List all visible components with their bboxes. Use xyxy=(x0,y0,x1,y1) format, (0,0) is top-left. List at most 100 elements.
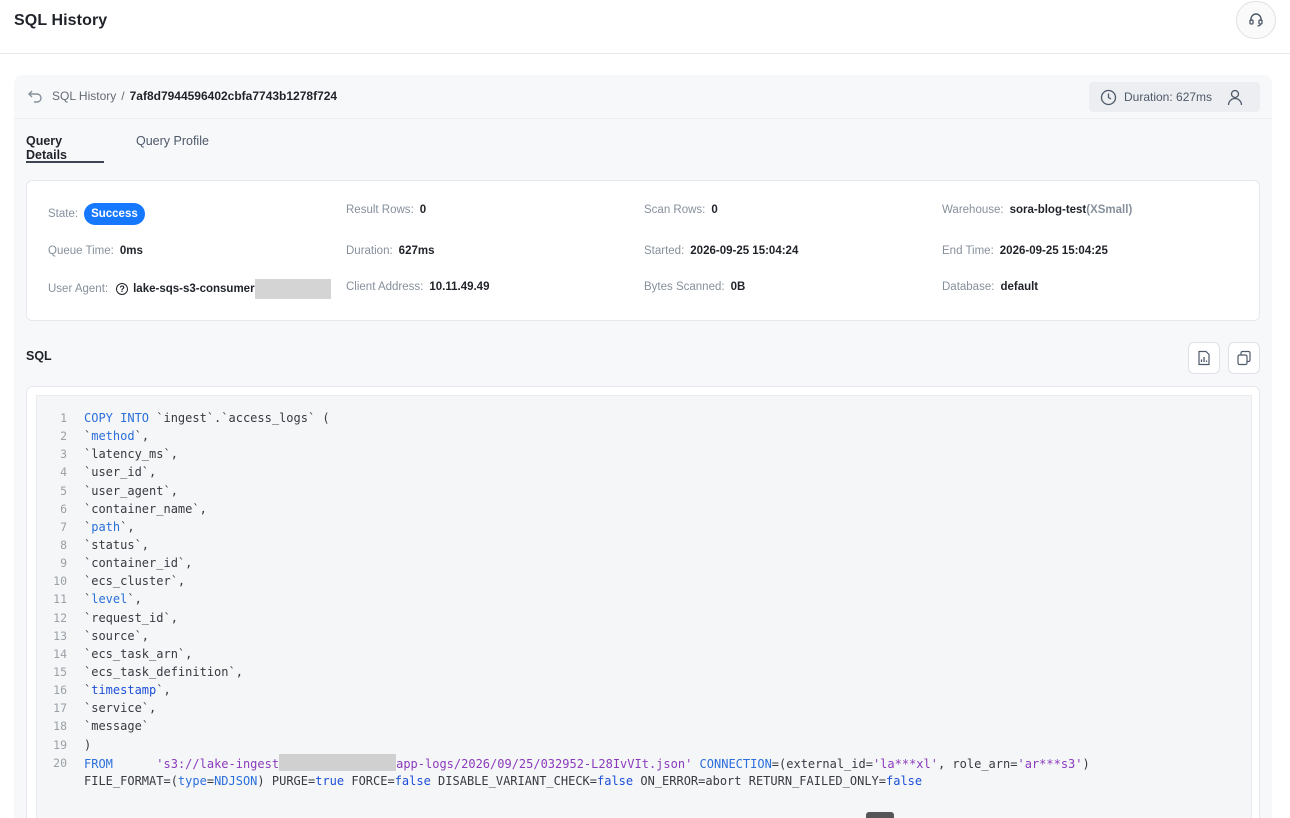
started-value: 2026-09-25 15:04:24 xyxy=(690,245,799,257)
code-token: `ingest`.`access_logs` ( xyxy=(149,411,330,425)
client-address-value: 10.11.49.49 xyxy=(429,281,490,293)
user-icon[interactable] xyxy=(1226,88,1244,106)
code-token: `ecs_cluster`, xyxy=(84,574,186,589)
code-token: `, xyxy=(120,519,135,534)
code-token: false xyxy=(394,773,431,788)
scan-rows-value: 0 xyxy=(711,204,718,216)
sql-code-editor[interactable]: 1 COPY INTO `ingest`.`access_logs` (2 `met… xyxy=(36,395,1252,818)
code-line: 13 `source`, xyxy=(37,627,1253,645)
queue-time-label: Queue Time xyxy=(48,245,111,257)
code-token: `user_id`, xyxy=(84,465,157,480)
line-number: 16 xyxy=(53,683,67,698)
code-token: `container_name`, xyxy=(84,501,207,516)
warehouse-value: sora-blog-test xyxy=(1009,204,1087,216)
line-number: 17 xyxy=(53,701,67,716)
duration-pill: Duration: 627ms xyxy=(1089,82,1260,112)
user-agent-label: User Agent xyxy=(48,283,105,295)
code-text: `status`, xyxy=(84,536,149,554)
code-line: 2 `method`, xyxy=(37,427,1253,445)
code-token: = xyxy=(206,773,215,788)
chart-file-icon xyxy=(1198,350,1210,366)
line-number: 13 xyxy=(53,628,67,643)
code-line: 20 FROM 's3://lake-ingest app-logs/2026/09… xyxy=(37,753,1253,773)
code-text: `service`, xyxy=(84,699,156,717)
line-number: 7 xyxy=(60,519,67,534)
code-token: `service`, xyxy=(84,701,157,716)
database-field: Database: default xyxy=(942,281,1038,293)
code-token: method xyxy=(91,429,135,444)
back-button[interactable] xyxy=(26,87,44,105)
warehouse-label: Warehouse xyxy=(942,204,1001,216)
code-line: 12 `request_id`, xyxy=(37,609,1253,627)
line-number: 20 xyxy=(53,755,67,770)
state-field: State: Success xyxy=(48,203,145,225)
code-token: , role_arn= xyxy=(937,756,1018,771)
client-address-field: Client Address: 10.11.49.49 xyxy=(346,281,489,293)
code-text: COPY INTO `ingest`.`access_logs` ( xyxy=(84,409,330,427)
query-detail-panel: SQL History / 7af8d7944596402cbfa7743b12… xyxy=(14,75,1272,818)
line-number: 6 xyxy=(60,501,67,516)
bytes-scanned-label: Bytes Scanned xyxy=(644,281,722,293)
bytes-scanned-field: Bytes Scanned: 0B xyxy=(644,281,745,293)
line-number: 1 xyxy=(60,411,67,425)
warehouse-field: Warehouse: sora-blog-test (XSmall) xyxy=(942,204,1132,216)
code-token: FILE_FORMAT=( xyxy=(84,773,178,788)
code-token: `, xyxy=(134,429,150,444)
code-text: `ecs_task_arn`, xyxy=(84,645,192,663)
end-time-field: End Time: 2026-09-25 15:04:25 xyxy=(942,245,1108,257)
code-text: FROM 's3://lake-ingest app-logs/2026/09/2… xyxy=(84,753,1090,773)
duration-field: Duration: 627ms xyxy=(346,245,434,257)
tab-query-profile[interactable]: Query Profile xyxy=(136,127,209,163)
status-badge: Success xyxy=(84,203,145,225)
detail-tabs: Query Details Query Profile xyxy=(26,127,241,163)
help-icon[interactable]: ? xyxy=(116,283,129,295)
breadcrumb-query-id: 7af8d7944596402cbfa7743b1278f724 xyxy=(129,89,338,103)
code-token: path xyxy=(91,519,121,534)
code-token: true xyxy=(315,773,345,788)
tab-query-details[interactable]: Query Details xyxy=(26,127,104,163)
code-token: `, xyxy=(156,683,171,698)
page-title: SQL History xyxy=(14,12,108,29)
code-token: level xyxy=(91,592,128,607)
back-arrow-icon xyxy=(28,90,42,103)
code-text: `container_name`, xyxy=(84,500,207,518)
colon: : xyxy=(990,245,994,257)
scan-rows-label: Scan Rows xyxy=(644,204,703,216)
end-time-value: 2026-09-25 15:04:25 xyxy=(999,245,1108,257)
colon: : xyxy=(702,204,706,216)
scrollbar-thumb[interactable] xyxy=(866,812,894,818)
code-token: FROM xyxy=(84,756,113,771)
support-button[interactable] xyxy=(1236,1,1276,39)
client-address-label: Client Address xyxy=(346,281,421,293)
colon: : xyxy=(110,245,114,257)
code-token: =(external_id= xyxy=(771,756,873,771)
code-token: `source`, xyxy=(84,628,150,643)
code-text: `latency_ms`, xyxy=(84,445,178,463)
line-number: 11 xyxy=(53,592,67,607)
breadcrumb-row: SQL History / 7af8d7944596402cbfa7743b12… xyxy=(14,75,1272,119)
line-number: 15 xyxy=(53,664,67,679)
breadcrumb-separator: / xyxy=(121,89,125,103)
result-rows-label: Result Rows xyxy=(346,204,411,216)
code-text: `user_id`, xyxy=(84,463,156,481)
code-text: `container_id`, xyxy=(84,554,192,572)
code-token: false xyxy=(597,773,634,788)
user-agent-field: User Agent: ? lake-sqs-s3-consumer xyxy=(48,279,331,299)
colon: : xyxy=(410,204,414,216)
queue-time-value: 0ms xyxy=(119,245,143,257)
export-button[interactable] xyxy=(1188,342,1220,374)
copy-button[interactable] xyxy=(1228,342,1260,374)
code-token: 'la***xl' xyxy=(872,756,938,771)
code-token: CONNECTION xyxy=(699,756,772,771)
code-text: ) xyxy=(84,736,91,754)
breadcrumb-sql-history-link[interactable]: SQL History xyxy=(52,89,116,103)
duration-label: Duration xyxy=(346,245,390,257)
colon: : xyxy=(389,245,393,257)
code-line: 8 `status`, xyxy=(37,536,1253,554)
duration-pill-text: Duration: 627ms xyxy=(1124,90,1213,104)
result-rows-field: Result Rows: 0 xyxy=(346,204,426,216)
redacted-block xyxy=(279,753,397,771)
line-number: 9 xyxy=(60,556,67,571)
line-number: 12 xyxy=(53,610,67,625)
